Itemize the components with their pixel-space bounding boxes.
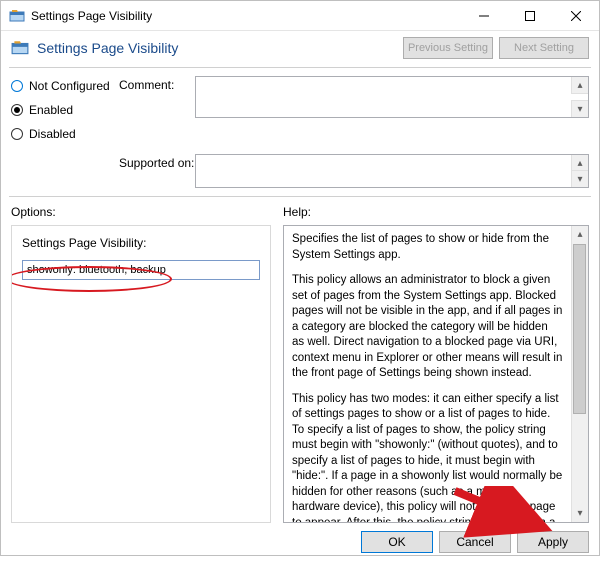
supported-on-label: Supported on: (119, 154, 195, 170)
settings-page-visibility-label: Settings Page Visibility: (22, 236, 260, 250)
radio-disabled[interactable]: Disabled (11, 124, 119, 144)
help-paragraph: Specifies the list of pages to show or h… (292, 232, 563, 263)
state-radio-group: Not Configured Enabled Disabled (11, 76, 119, 148)
policy-icon (9, 8, 25, 24)
header: Settings Page Visibility Previous Settin… (1, 31, 599, 67)
scrollbar[interactable]: ▴ ▾ (571, 226, 588, 522)
policy-icon (11, 39, 29, 57)
scroll-down-icon[interactable]: ▾ (571, 170, 588, 187)
divider (9, 67, 591, 68)
scrollbar-thumb[interactable] (573, 244, 586, 414)
previous-setting-button[interactable]: Previous Setting (403, 37, 493, 59)
scroll-up-icon[interactable]: ▴ (571, 77, 588, 94)
radio-not-configured[interactable]: Not Configured (11, 76, 119, 96)
help-content[interactable]: Specifies the list of pages to show or h… (284, 226, 571, 522)
close-button[interactable] (553, 1, 599, 30)
maximize-button[interactable] (507, 1, 553, 30)
comment-textarea[interactable]: ▴ ▾ (195, 76, 589, 118)
radio-icon (11, 104, 23, 116)
radio-enabled[interactable]: Enabled (11, 100, 119, 120)
minimize-button[interactable] (461, 1, 507, 30)
options-groupbox: Settings Page Visibility: (11, 225, 271, 523)
titlebar: Settings Page Visibility (1, 1, 599, 31)
help-label: Help: (283, 205, 589, 219)
radio-icon (11, 80, 23, 92)
radio-label: Enabled (29, 103, 73, 117)
options-label: Options: (11, 205, 271, 219)
help-text-box: Specifies the list of pages to show or h… (283, 225, 589, 523)
radio-label: Disabled (29, 127, 76, 141)
help-paragraph: This policy allows an administrator to b… (292, 273, 563, 382)
scroll-down-icon[interactable]: ▾ (571, 100, 588, 117)
radio-label: Not Configured (29, 79, 110, 93)
cancel-button[interactable]: Cancel (439, 531, 511, 553)
apply-button[interactable]: Apply (517, 531, 589, 553)
next-setting-button[interactable]: Next Setting (499, 37, 589, 59)
radio-icon (11, 128, 23, 140)
scroll-up-icon[interactable]: ▴ (577, 229, 582, 240)
settings-page-visibility-input[interactable] (22, 260, 260, 280)
page-title: Settings Page Visibility (37, 40, 403, 56)
button-bar: OK Cancel Apply (1, 523, 599, 561)
help-paragraph: This policy has two modes: it can either… (292, 392, 563, 522)
divider (9, 196, 591, 197)
ok-button[interactable]: OK (361, 531, 433, 553)
supported-on-textarea[interactable]: ▴ ▾ (195, 154, 589, 188)
window-title: Settings Page Visibility (31, 9, 461, 23)
comment-label: Comment: (119, 76, 195, 92)
scroll-down-icon[interactable]: ▾ (577, 508, 582, 519)
